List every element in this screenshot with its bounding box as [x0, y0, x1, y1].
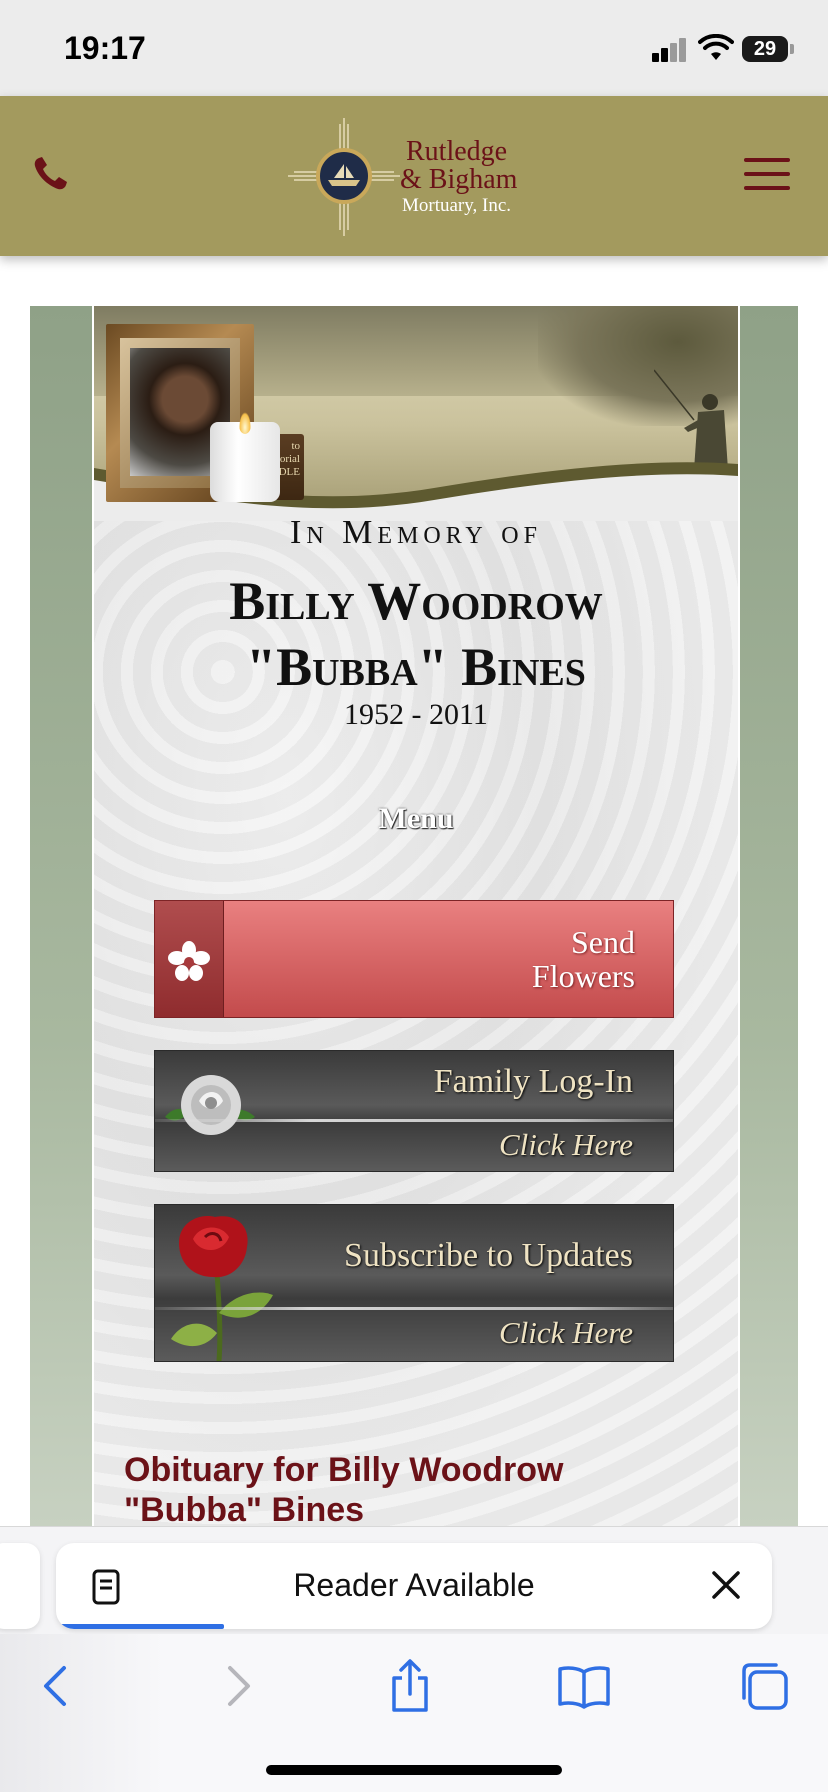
send-flowers-label-1: Send [571, 924, 635, 960]
site-logo[interactable]: Rutledge & Bigham Mortuary, Inc. [288, 118, 548, 236]
send-flowers-icon-box [155, 901, 224, 1017]
previous-tab-card[interactable] [0, 1543, 40, 1629]
subscribe-title: Subscribe to Updates [344, 1237, 633, 1274]
page-load-progress [56, 1624, 224, 1629]
subscribe-updates-button[interactable]: Subscribe to Updates Click Here [154, 1204, 674, 1362]
candle-icon [210, 422, 280, 502]
forward-icon[interactable] [206, 1656, 266, 1716]
battery-icon: 29 [742, 36, 788, 62]
bookmarks-icon[interactable] [554, 1656, 614, 1716]
deceased-name-line-2: "Bubba" Bines [246, 637, 586, 697]
flame-icon [239, 412, 251, 434]
family-login-click-here: Click Here [499, 1127, 633, 1162]
family-login-title: Family Log-In [433, 1063, 633, 1100]
tabs-icon[interactable] [732, 1656, 792, 1716]
hamburger-menu-icon[interactable] [744, 158, 790, 190]
wifi-icon [698, 34, 734, 60]
obituary-heading-line-2: "Bubba" Bines [124, 1491, 365, 1529]
close-icon[interactable] [708, 1567, 744, 1603]
life-years: 1952 - 2011 [344, 698, 488, 731]
send-flowers-label: Send Flowers [532, 925, 635, 993]
white-rose-icon [165, 1075, 255, 1135]
obituary-heading: Obituary for Billy Woodrow "Bubba" Bines [124, 1450, 684, 1530]
subscribe-click-here: Click Here [499, 1315, 633, 1350]
reader-banner-area: Reader Available [0, 1526, 828, 1635]
memorial-menu-toggle[interactable]: Menu [94, 802, 738, 836]
phone-icon[interactable] [30, 154, 70, 194]
logo-line-1: Rutledge [406, 136, 508, 167]
memorial-panel: to ...orial CANDLE In Memory of Billy Wo… [92, 306, 740, 1526]
deceased-name: Billy Woodrow "Bubba" Bines [94, 568, 738, 700]
fisherman-silhouette-icon [654, 369, 728, 470]
logo-line-2: & Bigham [400, 164, 518, 195]
signal-icon [652, 36, 688, 62]
send-flowers-label-2: Flowers [531, 958, 635, 994]
logo-line-3: Mortuary, Inc. [402, 195, 512, 216]
battery-nub [790, 44, 794, 54]
family-login-divider [155, 1119, 673, 1122]
logo-text: Rutledge & Bigham Mortuary, Inc. [400, 136, 518, 216]
flower-icon [168, 941, 210, 981]
memorial-banner: to ...orial CANDLE [94, 306, 738, 521]
deceased-name-line-1: Billy Woodrow [229, 571, 603, 631]
subscribe-divider [155, 1307, 673, 1310]
reader-available-pill[interactable]: Reader Available [56, 1543, 772, 1629]
obituary-heading-line-1: Obituary for Billy Woodrow [124, 1451, 564, 1489]
home-indicator [266, 1765, 562, 1775]
logo-emblem-icon [288, 118, 400, 236]
red-rose-icon [171, 1216, 273, 1361]
back-icon[interactable] [28, 1656, 88, 1716]
send-flowers-button[interactable]: Send Flowers [154, 900, 674, 1018]
site-header: Rutledge & Bigham Mortuary, Inc. [0, 96, 828, 256]
share-icon[interactable] [380, 1656, 440, 1716]
status-time: 19:17 [64, 30, 146, 66]
in-memory-of-label: In Memory of [290, 514, 542, 551]
status-bar: 19:17 29 [0, 0, 828, 96]
reader-available-label: Reader Available [293, 1567, 535, 1603]
family-login-button[interactable]: Family Log-In Click Here [154, 1050, 674, 1172]
